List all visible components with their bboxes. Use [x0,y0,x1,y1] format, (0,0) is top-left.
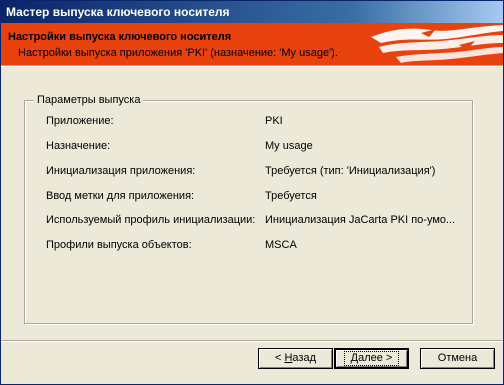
header-banner: Настройки выпуска ключевого носителя Нас… [1,23,503,65]
row-value-app-initialization: Требуется (тип: 'Инициализация') [265,165,436,177]
wizard-window: Мастер выпуска ключевого носителя Настро… [0,0,504,385]
row-value-label-input: Требуется [265,190,317,202]
row-label-app-initialization: Инициализация приложения: [46,165,196,177]
back-button-rest: азад [292,352,316,364]
row-value-init-profile: Инициализация JaCarta PKI по-умо... [265,214,456,226]
row-label-purpose: Назначение: [46,140,111,152]
banner-separator-highlight [1,66,503,67]
row-label-object-profiles: Профили выпуска объектов: [46,239,192,251]
next-button-focus: Далее > [343,351,400,366]
cancel-button[interactable]: Отмена [420,348,495,369]
row-label-init-profile: Используемый профиль инициализации: [46,214,256,226]
row-value-application: PKI [265,115,283,127]
row-value-purpose: My usage [265,140,313,152]
banner-title: Настройки выпуска ключевого носителя [8,31,232,43]
row-label-application: Приложение: [46,115,114,127]
next-button-mnemonic: Д [350,352,359,364]
next-button-rest: алее > [358,352,393,364]
brush-stroke-graphic [371,25,503,63]
footer-separator-highlight [1,341,503,342]
banner-subtitle: Настройки выпуска приложения 'PKI' (назн… [18,47,338,59]
row-value-object-profiles: MSCA [265,239,297,251]
back-button[interactable]: < Назад [258,348,333,369]
window-title: Мастер выпуска ключевого носителя [1,1,503,23]
parameters-groupbox [24,100,473,324]
groupbox-legend: Параметры выпуска [34,94,144,106]
row-label-label-input: Ввод метки для приложения: [46,190,195,202]
next-button[interactable]: Далее > [334,348,409,369]
